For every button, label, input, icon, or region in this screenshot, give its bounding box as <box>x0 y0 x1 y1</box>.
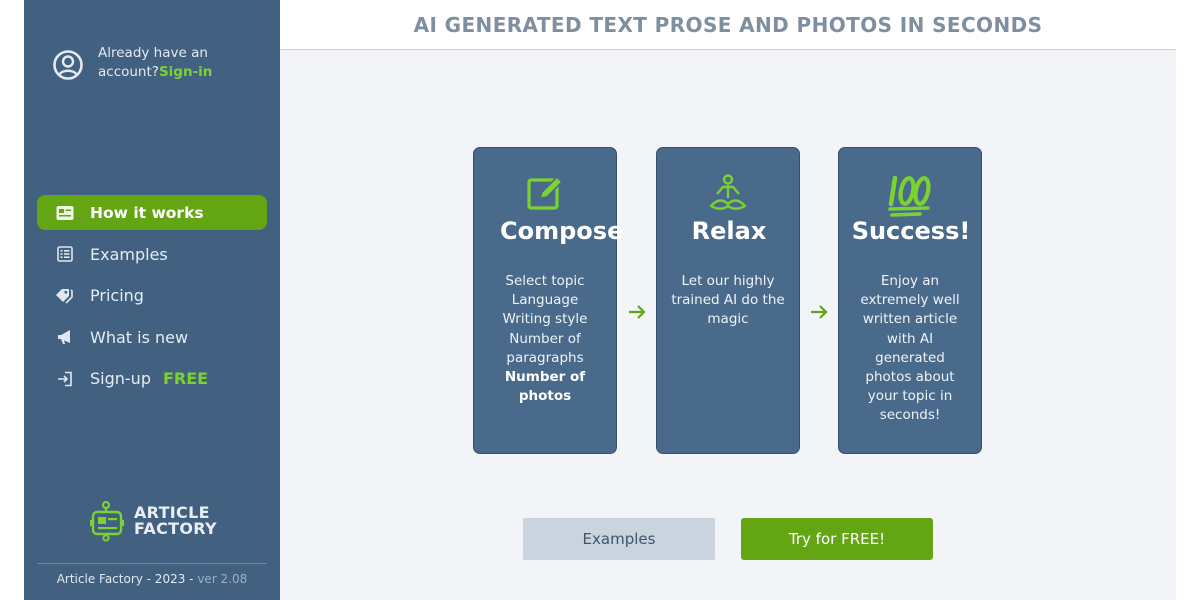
sidebar-nav: How it works Examples Pricing What is ne… <box>37 195 267 403</box>
account-message: Already have an account?Sign-in <box>98 44 228 82</box>
footer-text: Article Factory - 2023 - <box>56 572 194 586</box>
list-icon <box>55 244 75 264</box>
free-badge: FREE <box>162 369 209 388</box>
sidebar: Already have an account?Sign-in How it w… <box>24 0 280 600</box>
sidebar-item-whats-new[interactable]: What is new <box>37 320 267 355</box>
user-circle-icon <box>53 50 83 80</box>
sidebar-item-signup[interactable]: Sign-up FREE <box>37 361 267 396</box>
step-line: Writing style <box>502 311 588 328</box>
sign-in-icon <box>55 369 75 389</box>
main-content: AI GENERATED TEXT PROSE AND PHOTOS IN SE… <box>280 0 1176 600</box>
sidebar-item-label: How it works <box>90 203 204 222</box>
megaphone-icon <box>55 327 75 347</box>
sidebar-item-label: Pricing <box>90 286 144 305</box>
examples-button[interactable]: Examples <box>523 518 715 560</box>
step-card-success: Success! Enjoy an extremely well written… <box>838 147 982 454</box>
step-line: Number of paragraphs <box>506 330 584 366</box>
sidebar-item-label: Examples <box>90 244 168 264</box>
step-title: Compose <box>500 217 624 245</box>
page-title: AI GENERATED TEXT PROSE AND PHOTOS IN SE… <box>413 12 1043 37</box>
logo-text: ARTICLE FACTORY <box>134 505 217 537</box>
arrow-right-icon <box>811 305 828 319</box>
sidebar-item-pricing[interactable]: Pricing <box>37 278 267 313</box>
step-line: Language <box>511 292 579 309</box>
step-card-compose: Compose Select topic Language Writing st… <box>473 147 623 454</box>
step-line-bold: Number of photos <box>504 369 586 405</box>
step-title: Relax <box>691 217 767 245</box>
sidebar-footer: Article Factory - 2023 - ver 2.08 <box>24 572 280 586</box>
step-card-relax: Relax Let our highly trained AI do the m… <box>656 147 800 454</box>
account-prompt: Already have an account?Sign-in <box>52 44 228 82</box>
version-label: ver 2.08 <box>197 572 248 586</box>
try-free-button[interactable]: Try for FREE! <box>741 518 933 560</box>
step-title: Success! <box>851 217 971 245</box>
step-description: Select topic Language Writing style Numb… <box>474 272 616 406</box>
logo-line-2: FACTORY <box>134 519 217 538</box>
sidebar-item-examples[interactable]: Examples <box>37 237 267 272</box>
step-text: Enjoy an extremely well written article … <box>860 273 960 424</box>
step-line: Select topic <box>505 273 585 289</box>
arrow-right-icon <box>629 305 646 319</box>
sidebar-item-label: Sign-up <box>90 369 151 388</box>
page-header: AI GENERATED TEXT PROSE AND PHOTOS IN SE… <box>280 0 1176 50</box>
hundred-points-icon <box>839 174 981 218</box>
edit-square-icon <box>474 174 616 212</box>
meditation-icon <box>657 174 799 212</box>
sidebar-item-how-it-works[interactable]: How it works <box>37 195 267 230</box>
id-card-icon <box>55 203 75 223</box>
sidebar-item-label: What is new <box>90 327 189 347</box>
step-description: Let our highly trained AI do the magic <box>657 272 799 330</box>
article-factory-logo[interactable]: ARTICLE FACTORY <box>90 500 217 542</box>
step-description: Enjoy an extremely well written article … <box>839 272 981 426</box>
signin-link[interactable]: Sign-in <box>159 64 212 80</box>
tags-icon <box>55 286 75 306</box>
step-text: Let our highly trained AI do the magic <box>671 273 785 328</box>
robot-logo-icon <box>90 500 125 542</box>
sidebar-divider <box>37 563 267 564</box>
